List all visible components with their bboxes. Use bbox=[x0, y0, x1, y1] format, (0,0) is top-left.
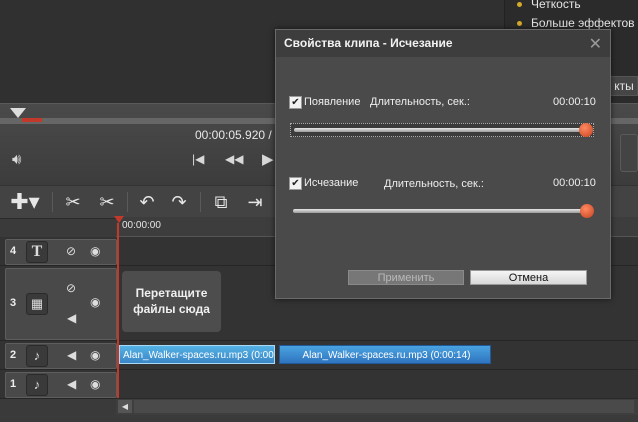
fade-in-checkbox[interactable]: ✔ bbox=[289, 96, 302, 109]
text-track-icon: T bbox=[26, 241, 48, 263]
volume-icon[interactable]: ◀ bbox=[67, 348, 76, 362]
clip-export-icon[interactable]: ⇥ bbox=[242, 189, 268, 215]
add-icon[interactable]: ✚▾ bbox=[8, 189, 42, 215]
effect-item-sharpness[interactable]: Четкость bbox=[517, 0, 581, 11]
effect-item-more[interactable]: Больше эффектов bbox=[517, 16, 635, 30]
track-number: 4 bbox=[10, 245, 17, 257]
dialog-title: Свойства клипа - Исчезание bbox=[276, 30, 610, 57]
volume-icon[interactable]: ◀ bbox=[67, 311, 76, 325]
play-icon[interactable]: ▶ bbox=[262, 150, 274, 168]
rewind-icon[interactable]: ◀◀ bbox=[225, 152, 243, 166]
fade-out-label: Исчезание bbox=[304, 177, 359, 189]
scrubber-progress bbox=[22, 118, 42, 122]
apply-button[interactable]: Применить bbox=[348, 270, 464, 285]
volume-icon[interactable]: ◀ bbox=[67, 377, 76, 391]
bullet-icon bbox=[517, 2, 522, 8]
track-number: 1 bbox=[10, 378, 17, 390]
rotate-right-icon[interactable]: ↷ bbox=[166, 189, 192, 215]
scrubber-marker-icon[interactable] bbox=[10, 108, 26, 118]
scroll-left-icon[interactable]: ◀ bbox=[118, 400, 132, 413]
cut-all-icon[interactable]: ✂ bbox=[94, 189, 120, 215]
slider-track bbox=[294, 128, 586, 132]
speaker-icon[interactable]: 🔊︎ bbox=[12, 151, 21, 168]
playhead-marker-icon[interactable] bbox=[114, 216, 124, 223]
slider-track bbox=[293, 209, 585, 213]
audio-clip[interactable]: Alan_Walker-spaces.ru.mp3 (0:00: bbox=[119, 345, 275, 364]
track-number: 3 bbox=[10, 297, 17, 309]
fade-in-duration-value: 00:00:10 bbox=[553, 96, 596, 108]
clip-properties-dialog: Свойства клипа - Исчезание ✕ ✔ Появление… bbox=[275, 29, 611, 299]
track-header-4: 4 T ⊘ ◉ bbox=[5, 239, 117, 265]
audio-track-icon: ♪ bbox=[26, 345, 48, 367]
skip-back-icon[interactable]: |◀ bbox=[192, 152, 204, 166]
close-icon[interactable]: ✕ bbox=[589, 34, 602, 54]
fade-in-label: Появление bbox=[304, 96, 361, 108]
eye-icon[interactable]: ◉ bbox=[90, 377, 100, 391]
slider-knob[interactable] bbox=[580, 204, 594, 218]
effects-tab[interactable]: кты bbox=[610, 76, 638, 96]
toolbar-divider bbox=[127, 192, 128, 212]
fade-out-duration-label: Длительность, сек.: bbox=[384, 178, 484, 190]
slider-knob[interactable] bbox=[579, 123, 593, 137]
clip-properties-icon[interactable]: ⧉ bbox=[208, 189, 234, 215]
fade-out-slider[interactable] bbox=[290, 204, 594, 219]
track-row-1: 1 ♪ ◀ ◉ bbox=[0, 370, 638, 399]
mute-track-icon[interactable]: ⊘ bbox=[66, 281, 76, 295]
ruler-start-time: 00:00:00 bbox=[122, 220, 161, 231]
audio-clip[interactable]: Alan_Walker-spaces.ru.mp3 (0:00:14) bbox=[279, 345, 491, 364]
scrollbar-thumb[interactable] bbox=[134, 400, 634, 413]
bullet-icon bbox=[517, 21, 522, 27]
toolbar-divider bbox=[52, 192, 53, 212]
fade-out-checkbox[interactable]: ✔ bbox=[289, 177, 302, 190]
cancel-button[interactable]: Отмена bbox=[470, 270, 587, 285]
mute-track-icon[interactable]: ⊘ bbox=[66, 244, 76, 258]
track-number: 2 bbox=[10, 349, 17, 361]
eye-icon[interactable]: ◉ bbox=[90, 295, 100, 309]
audio-track-icon: ♪ bbox=[26, 374, 48, 396]
track-header-2: 2 ♪ ◀ ◉ bbox=[5, 343, 117, 369]
eye-icon[interactable]: ◉ bbox=[90, 348, 100, 362]
rotate-left-icon[interactable]: ↶ bbox=[134, 189, 160, 215]
fade-in-slider[interactable] bbox=[290, 123, 594, 137]
cut-icon[interactable]: ✂ bbox=[60, 189, 86, 215]
toolbar-divider bbox=[200, 192, 201, 212]
fade-out-duration-value: 00:00:10 bbox=[553, 177, 596, 189]
panel-button[interactable] bbox=[620, 134, 638, 172]
eye-icon[interactable]: ◉ bbox=[90, 244, 100, 258]
fade-in-duration-label: Длительность, сек.: bbox=[370, 96, 470, 108]
track-header-3: 3 ▦ ⊘ ◉ ◀ bbox=[5, 268, 117, 340]
playhead-line[interactable] bbox=[117, 223, 119, 398]
video-track-icon: ▦ bbox=[26, 293, 48, 315]
track-header-1: 1 ♪ ◀ ◉ bbox=[5, 372, 117, 398]
drop-files-hint[interactable]: Перетащите файлы сюда bbox=[122, 271, 221, 332]
playback-time: 00:00:05.920 / bbox=[195, 128, 272, 142]
